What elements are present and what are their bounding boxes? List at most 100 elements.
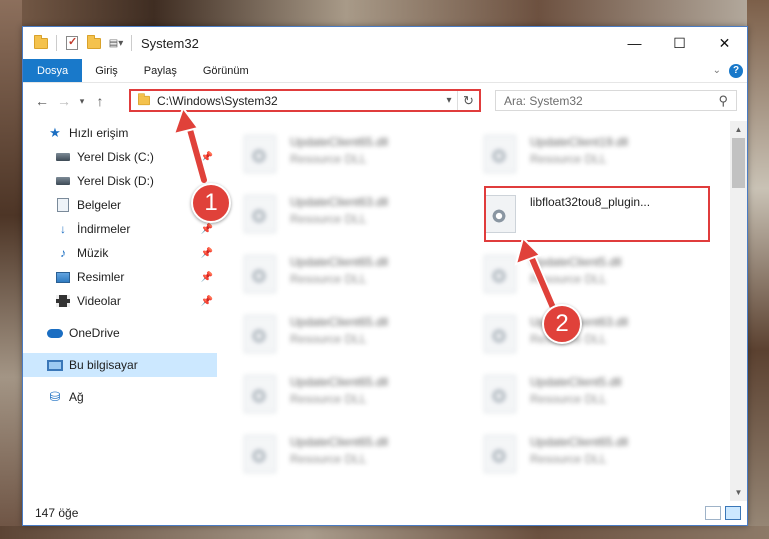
step-badge-1: 1 <box>191 183 231 223</box>
address-path[interactable]: C:\Windows\System32 <box>157 94 441 108</box>
dll-file-icon <box>244 375 276 413</box>
status-bar: 147 öğe <box>23 501 747 525</box>
item-count: 147 öğe <box>35 506 79 520</box>
computer-icon <box>47 357 63 373</box>
search-input[interactable]: Ara: System32 ⚲ <box>495 90 737 111</box>
details-view-icon[interactable] <box>705 506 721 520</box>
file-type: Resource DLL <box>530 452 607 466</box>
file-type: Resource DLL <box>530 392 607 406</box>
file-name: UpdateClient65.dll <box>290 375 389 389</box>
sidebar-item-onedrive[interactable]: OneDrive <box>23 321 217 345</box>
view-switcher <box>705 506 741 520</box>
sidebar-item-label: Ağ <box>69 390 84 404</box>
forward-icon[interactable]: → <box>53 90 75 112</box>
sidebar-item-label: Videolar <box>77 294 121 308</box>
dll-file-icon <box>244 315 276 353</box>
downloads-icon: ↓ <box>60 222 66 236</box>
file-type: Resource DLL <box>530 272 607 286</box>
pictures-icon <box>55 269 71 285</box>
pin-icon: 📌 <box>200 223 213 235</box>
sidebar-item-local-disk-d[interactable]: Yerel Disk (D:) <box>23 169 217 193</box>
highlight-box <box>484 186 710 242</box>
search-icon[interactable]: ⚲ <box>718 93 728 109</box>
dll-file-icon <box>484 375 516 413</box>
file-item[interactable]: UpdateClient65.dll Resource DLL <box>458 421 678 475</box>
tab-file[interactable]: Dosya <box>23 59 83 82</box>
customize-qat-icon[interactable]: ▤▾ <box>106 33 126 53</box>
dll-file-icon <box>244 135 276 173</box>
scrollbar-thumb[interactable] <box>732 138 745 188</box>
sidebar-item-documents[interactable]: Belgeler <box>23 193 217 217</box>
file-item[interactable]: UpdateClient65.dll Resource DLL <box>218 241 438 295</box>
network-icon: ⛁ <box>49 389 61 404</box>
documents-icon <box>55 197 71 213</box>
new-folder-icon[interactable] <box>84 33 104 53</box>
file-item[interactable]: UpdateClient65.dll Resource DLL <box>218 421 438 475</box>
sidebar-item-quick-access[interactable]: ★ Hızlı erişim <box>23 121 217 145</box>
scroll-down-icon[interactable]: ▼ <box>730 484 747 501</box>
drive-icon <box>55 149 71 165</box>
properties-icon[interactable] <box>62 33 82 53</box>
file-name: UpdateClient65.dll <box>530 435 629 449</box>
file-item[interactable]: UpdateClient65.dll Resource DLL <box>218 361 438 415</box>
desktop-background <box>747 0 769 539</box>
tab-share[interactable]: Paylaş <box>131 59 190 82</box>
file-name: UpdateClient65.dll <box>290 315 389 329</box>
minimize-button[interactable]: — <box>612 27 657 59</box>
help-icon[interactable]: ? <box>729 63 743 78</box>
file-item[interactable]: UpdateClient65.dll Resource DLL <box>218 121 438 175</box>
navigation-pane: ★ Hızlı erişim Yerel Disk (C:) 📌 Yerel D… <box>23 121 217 501</box>
sidebar-item-local-disk-c[interactable]: Yerel Disk (C:) 📌 <box>23 145 217 169</box>
file-name: UpdateClient65.dll <box>290 255 389 269</box>
tab-home[interactable]: Giriş <box>82 59 131 82</box>
file-name: UpdateClient5.dll <box>530 255 622 269</box>
desktop-background <box>0 0 769 26</box>
window-title: System32 <box>141 35 199 51</box>
navigation-bar: ← → ▾ ↑ C:\Windows\System32 ▾ ↻ Ara: Sys… <box>23 83 747 119</box>
tiles-view-icon[interactable] <box>725 506 741 520</box>
file-name: UpdateClient19.dll <box>530 135 629 149</box>
sidebar-item-music[interactable]: ♪ Müzik 📌 <box>23 241 217 265</box>
file-item[interactable]: UpdateClient5.dll Resource DLL <box>458 241 678 295</box>
search-placeholder: Ara: System32 <box>504 93 583 108</box>
onedrive-icon <box>47 325 63 341</box>
file-item[interactable]: UpdateClient65.dll Resource DLL <box>218 301 438 355</box>
separator <box>56 35 57 51</box>
star-icon: ★ <box>49 125 61 140</box>
file-name: UpdateClient63.dll <box>290 195 389 209</box>
file-item[interactable]: UpdateClient63.dll Resource DLL <box>218 181 438 235</box>
separator <box>131 35 132 51</box>
sidebar-item-label: Hızlı erişim <box>69 126 129 140</box>
sidebar-item-network[interactable]: ⛁ Ağ <box>23 385 217 409</box>
dll-file-icon <box>484 435 516 473</box>
sidebar-item-pictures[interactable]: Resimler 📌 <box>23 265 217 289</box>
expand-ribbon-icon[interactable]: ⌄ <box>713 65 721 76</box>
address-bar[interactable]: C:\Windows\System32 ▾ ↻ <box>129 89 481 112</box>
file-type: Resource DLL <box>290 452 367 466</box>
file-name: UpdateClient65.dll <box>290 435 389 449</box>
file-item[interactable]: UpdateClient19.dll Resource DLL <box>458 121 678 175</box>
file-item[interactable]: UpdateClient5.dll Resource DLL <box>458 361 678 415</box>
back-icon[interactable]: ← <box>31 90 53 112</box>
up-icon[interactable]: ↑ <box>89 90 111 112</box>
pin-icon: 📌 <box>200 271 213 283</box>
sidebar-item-this-pc[interactable]: Bu bilgisayar <box>23 353 217 377</box>
scroll-up-icon[interactable]: ▲ <box>730 121 747 138</box>
sidebar-item-label: Yerel Disk (D:) <box>77 174 154 188</box>
dll-file-icon <box>484 255 516 293</box>
file-name: UpdateClient65.dll <box>290 135 389 149</box>
ribbon-right: ⌄ ? <box>713 59 747 82</box>
sidebar-item-downloads[interactable]: ↓ İndirmeler 📌 <box>23 217 217 241</box>
recent-locations-icon[interactable]: ▾ <box>75 90 89 112</box>
drive-icon <box>55 173 71 189</box>
tab-view[interactable]: Görünüm <box>190 59 262 82</box>
refresh-icon[interactable]: ↻ <box>457 91 479 110</box>
maximize-button[interactable]: ☐ <box>657 27 702 59</box>
ribbon-tabs: Dosya Giriş Paylaş Görünüm ⌄ ? <box>23 59 747 83</box>
title-bar: ▤▾ System32 — ☐ ✕ <box>23 27 747 59</box>
vertical-scrollbar[interactable]: ▲ ▼ <box>730 121 747 501</box>
close-button[interactable]: ✕ <box>702 27 747 59</box>
address-dropdown-icon[interactable]: ▾ <box>441 95 457 106</box>
dll-file-icon <box>244 195 276 233</box>
sidebar-item-videos[interactable]: Videolar 📌 <box>23 289 217 313</box>
